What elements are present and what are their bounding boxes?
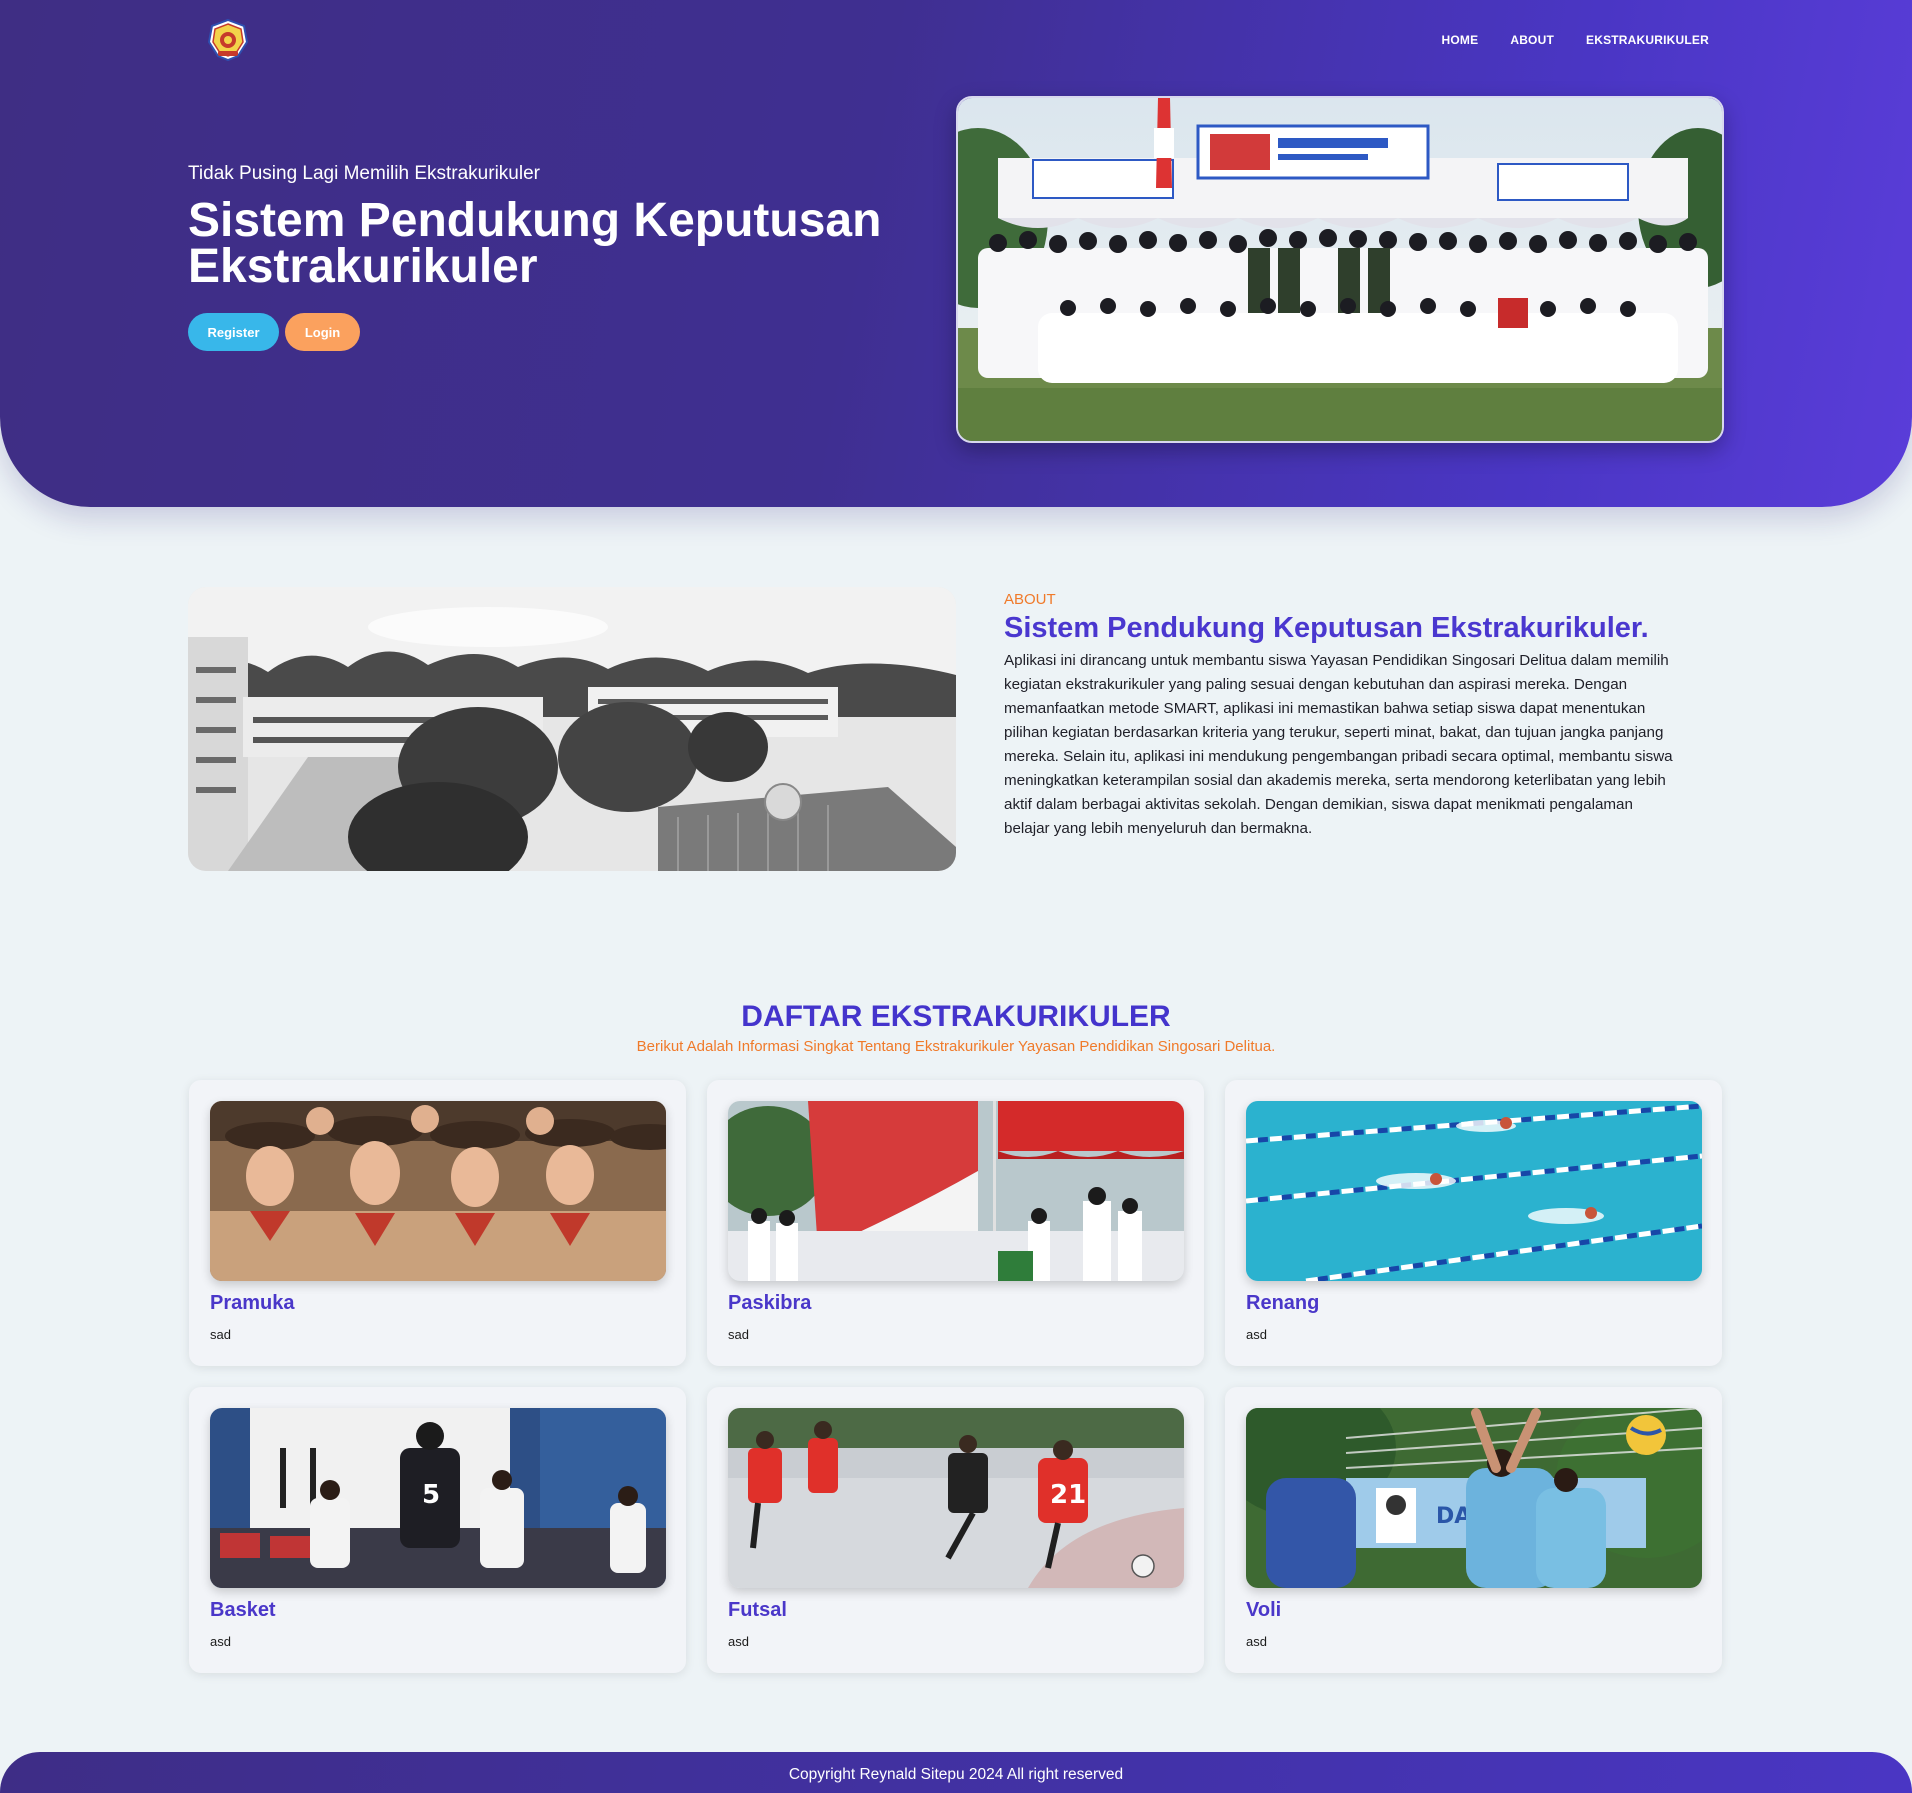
footer-copyright: Copyright Reynald Sitepu 2024 All right … bbox=[788, 1766, 1124, 1783]
card-title: Pramuka bbox=[210, 1292, 295, 1314]
card-title: Voli bbox=[1246, 1599, 1282, 1621]
card-title: Basket bbox=[210, 1599, 276, 1621]
about-description: Aplikasi ini dirancang untuk membantu si… bbox=[1004, 652, 1673, 837]
card-pramuka[interactable]: Pramuka sad bbox=[189, 1080, 686, 1366]
card-renang[interactable]: Renang asd bbox=[1225, 1080, 1722, 1366]
voli-image: DAN bbox=[1246, 1408, 1702, 1588]
footer: Copyright Reynald Sitepu 2024 All right … bbox=[0, 1752, 1912, 1793]
hero-title: Sistem Pendukung Keputusan Ekstrakurikul… bbox=[188, 197, 948, 293]
list-subtitle: Berikut Adalah Informasi Singkat Tentang… bbox=[636, 1038, 1276, 1055]
card-description: asd bbox=[728, 1634, 749, 1649]
hero-section: HOME ABOUT EKSTRAKURIKULER Tidak Pusing … bbox=[0, 0, 1912, 507]
card-paskibra[interactable]: Paskibra sad bbox=[707, 1080, 1204, 1366]
top-nav: HOME ABOUT EKSTRAKURIKULER bbox=[1442, 33, 1709, 47]
hero-group-photo bbox=[956, 96, 1724, 443]
card-futsal[interactable]: 21 Futsal asd bbox=[707, 1387, 1204, 1673]
basket-image: 5 bbox=[210, 1408, 666, 1588]
futsal-image: 21 bbox=[728, 1408, 1184, 1588]
card-description: asd bbox=[1246, 1634, 1267, 1649]
register-button[interactable]: Register bbox=[188, 313, 279, 351]
card-title: Futsal bbox=[728, 1599, 787, 1621]
card-basket[interactable]: 5 Basket asd bbox=[189, 1387, 686, 1673]
ekstrakurikuler-grid: Pramuka sad Paskibra sad Renang asd 5 Ba… bbox=[189, 1080, 1722, 1673]
card-description: asd bbox=[210, 1634, 231, 1649]
paskibra-image bbox=[728, 1101, 1184, 1281]
svg-text:21: 21 bbox=[1050, 1480, 1086, 1510]
login-button[interactable]: Login bbox=[285, 313, 360, 351]
list-title: DAFTAR EKSTRAKURIKULER bbox=[741, 1000, 1171, 1033]
card-description: asd bbox=[1246, 1327, 1267, 1342]
card-title: Renang bbox=[1246, 1292, 1320, 1314]
school-logo-icon[interactable] bbox=[206, 18, 250, 62]
nav-ekstrakurikuler-link[interactable]: EKSTRAKURIKULER bbox=[1586, 33, 1709, 47]
card-title: Paskibra bbox=[728, 1292, 812, 1314]
hero-title-line2: Ekstrakurikuler bbox=[188, 240, 538, 293]
hero-buttons: Register Login bbox=[188, 313, 360, 351]
about-label: ABOUT bbox=[1004, 591, 1056, 608]
card-description: sad bbox=[728, 1327, 749, 1342]
pramuka-image bbox=[210, 1101, 666, 1281]
nav-about-link[interactable]: ABOUT bbox=[1510, 33, 1554, 47]
about-title: Sistem Pendukung Keputusan Ekstrakurikul… bbox=[1004, 612, 1649, 644]
renang-image bbox=[1246, 1101, 1702, 1281]
about-campus-photo bbox=[188, 587, 956, 871]
nav-home-link[interactable]: HOME bbox=[1442, 33, 1479, 47]
card-voli[interactable]: DAN Voli asd bbox=[1225, 1387, 1722, 1673]
hero-subtitle: Tidak Pusing Lagi Memilih Ekstrakurikule… bbox=[188, 163, 540, 184]
card-description: sad bbox=[210, 1327, 231, 1342]
svg-text:5: 5 bbox=[422, 1480, 440, 1510]
